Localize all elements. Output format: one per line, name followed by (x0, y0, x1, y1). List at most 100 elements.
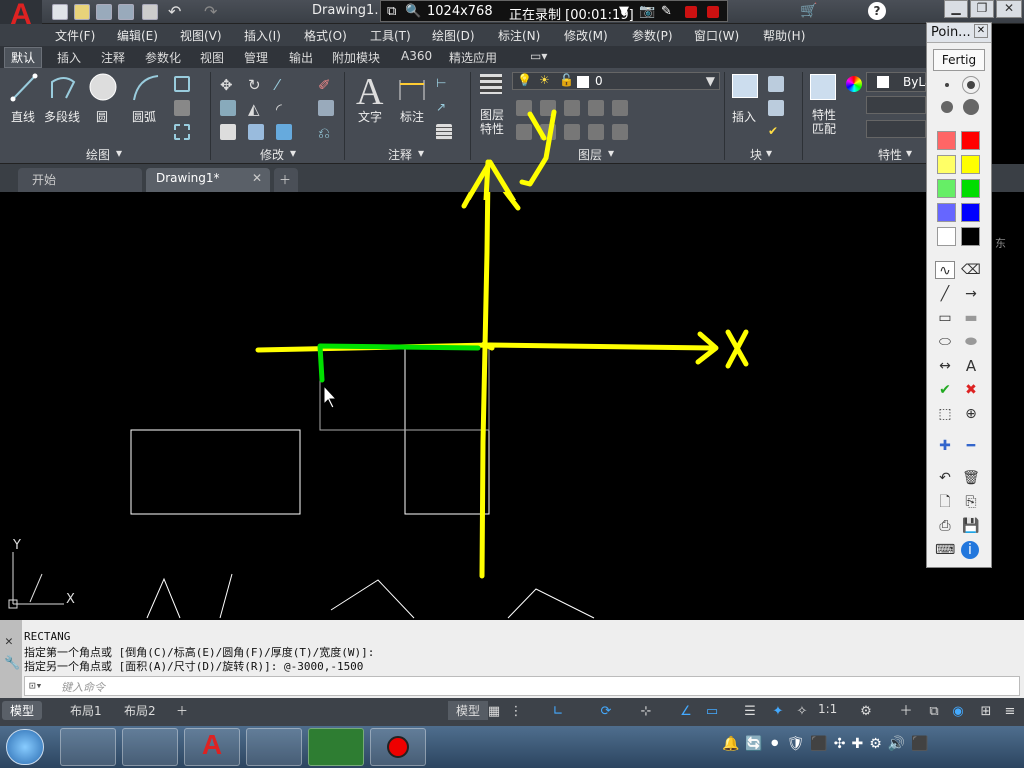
copy-page-icon[interactable]: ⎘ (961, 493, 981, 511)
rectangle-left[interactable] (130, 429, 301, 515)
customize-wrench-icon[interactable]: 🔧 (4, 656, 20, 671)
block-panel-title[interactable]: 块 (750, 146, 762, 163)
zoom-in-icon[interactable]: ✚ (935, 437, 955, 455)
menu-window[interactable]: 窗口(W) (694, 27, 739, 44)
color-swatch[interactable] (937, 227, 956, 246)
layer-tool-5-icon[interactable] (612, 100, 628, 116)
tab-layout2[interactable]: 布局2 (116, 701, 164, 720)
block-panel-expand-icon[interactable]: ▾ (766, 146, 772, 160)
lineweight-icon[interactable]: ☰ (742, 704, 758, 720)
menu-tools[interactable]: 工具(T) (370, 27, 411, 44)
lineweight-dropdown[interactable] (866, 120, 926, 138)
taskbar-app-1[interactable] (60, 728, 116, 766)
menu-dimension[interactable]: 标注(N) (498, 27, 540, 44)
filled-ellipse-icon[interactable]: ⬬ (961, 333, 981, 351)
arrow-draw-icon[interactable]: → (961, 285, 981, 303)
text-draw-icon[interactable]: A (961, 357, 981, 375)
otrack-icon[interactable]: ∠ (678, 704, 694, 720)
select-region-icon[interactable]: ⬚ (935, 405, 955, 423)
menu-insert[interactable]: 插入(I) (244, 27, 281, 44)
tab-model[interactable]: 模型 (2, 701, 43, 720)
tab-insert[interactable]: 插入 (57, 49, 81, 66)
taskbar-recorder[interactable] (370, 728, 426, 766)
tab-addins[interactable]: 附加模块 (332, 49, 380, 66)
color-swatch[interactable] (961, 155, 980, 174)
menu-edit[interactable]: 编辑(E) (117, 27, 158, 44)
snap-icon[interactable]: ⋮ (508, 704, 524, 720)
drawing-canvas[interactable]: Y X 东 (0, 129, 1024, 620)
rectangle-draw-icon[interactable]: ▭ (935, 309, 955, 327)
tab-annotate[interactable]: 注释 (101, 49, 125, 66)
cart-icon[interactable]: 🛒 (800, 3, 817, 19)
dimension-icon[interactable] (396, 74, 428, 102)
tab-featured[interactable]: 精选应用 (449, 49, 497, 66)
layer-properties-icon[interactable] (480, 74, 502, 94)
plus-icon[interactable]: ＋ (898, 704, 914, 720)
dynamic-input-icon[interactable]: ▭ (704, 704, 720, 720)
plot-icon[interactable] (142, 4, 158, 20)
rotate-icon[interactable]: ↻ (248, 76, 264, 94)
tab-manage[interactable]: 管理 (244, 49, 268, 66)
color-swatch[interactable] (937, 131, 956, 150)
taskbar-explorer[interactable] (122, 728, 178, 766)
command-input[interactable]: ⊡▾ 键入命令 (24, 676, 1020, 696)
grid-icon[interactable]: ▦ (486, 704, 502, 720)
stop-icon[interactable] (707, 6, 719, 18)
color-swatch[interactable] (937, 155, 956, 174)
layers-panel-expand-icon[interactable]: ▾ (608, 146, 614, 160)
dropdown-icon[interactable]: ▼ (619, 4, 629, 19)
edit-block-icon[interactable] (768, 100, 784, 116)
color-dropdown[interactable]: ByLa (866, 72, 932, 92)
block-attributes-icon[interactable]: ✔ (768, 124, 784, 140)
annotation-scale-icon[interactable]: ✧ (794, 704, 810, 720)
tab-layout1[interactable]: 布局1 (62, 701, 110, 720)
customize-status-icon[interactable]: ≡ (1002, 704, 1018, 720)
ribbon-options-icon[interactable]: ▭▾ (530, 49, 547, 63)
command-prompt-icon[interactable]: ⊡▾ (29, 679, 42, 692)
cross-icon[interactable]: ✖ (961, 381, 981, 399)
layer-dropdown[interactable]: 💡 ☀ 🔓 0 ▼ (512, 72, 720, 90)
restore-window-icon[interactable]: ❐ (970, 0, 994, 18)
taskbar-notepad[interactable] (246, 728, 302, 766)
menu-file[interactable]: 文件(F) (55, 27, 95, 44)
osnap-icon[interactable]: ⊹ (638, 704, 654, 720)
color-swatch[interactable] (937, 203, 956, 222)
tab-parametric[interactable]: 参数化 (145, 49, 181, 66)
trim-icon[interactable]: ⁄ (276, 76, 292, 94)
close-command-icon[interactable]: ✕ (5, 634, 13, 649)
new-page-icon[interactable]: 🗋 (935, 493, 955, 511)
tab-a360[interactable]: A360 (401, 49, 432, 63)
menu-view[interactable]: 视图(V) (180, 27, 222, 44)
scale-value[interactable]: 1:1 (810, 701, 845, 717)
new-icon[interactable] (52, 4, 68, 20)
color-wheel-icon[interactable] (846, 76, 862, 92)
open-icon[interactable] (74, 4, 90, 20)
redo-icon[interactable]: ↷ (204, 2, 217, 21)
tab-default[interactable]: 默认 (4, 47, 43, 68)
match-properties-label[interactable]: 特性 匹配 (812, 108, 836, 136)
eraser-icon[interactable]: ⌫ (961, 261, 981, 279)
move-icon[interactable]: ✥ (220, 76, 236, 94)
erase-icon[interactable]: ✐ (318, 76, 334, 94)
pen-size-3-icon[interactable] (941, 101, 953, 113)
fertig-button[interactable]: Fertig (933, 49, 985, 71)
properties-panel-expand-icon[interactable]: ▾ (906, 146, 912, 160)
double-arrow-icon[interactable]: ↔ (935, 357, 955, 375)
match-properties-icon[interactable] (810, 74, 836, 100)
create-block-icon[interactable] (768, 76, 784, 92)
keyboard-icon[interactable]: ⌨ (935, 541, 955, 559)
viewcube-east-label[interactable]: 东 (995, 237, 1006, 250)
linear-dim-icon[interactable]: ⊢ (436, 76, 452, 92)
layer-tool-10-icon[interactable] (612, 124, 628, 140)
trash-icon[interactable]: 🗑 (961, 469, 981, 487)
clean-screen-icon[interactable]: ⊞ (978, 704, 994, 720)
zoom-region-icon[interactable]: ⊕ (961, 405, 981, 423)
tab-output[interactable]: 输出 (289, 49, 313, 66)
circle-icon[interactable] (88, 72, 118, 102)
line-icon[interactable] (10, 72, 38, 102)
pen-size-4-icon[interactable] (963, 99, 979, 115)
start-button-icon[interactable] (6, 729, 44, 765)
menu-format[interactable]: 格式(O) (304, 27, 347, 44)
annotation-visibility-icon[interactable]: ✦ (770, 704, 786, 720)
info-icon[interactable]: i (961, 541, 979, 559)
